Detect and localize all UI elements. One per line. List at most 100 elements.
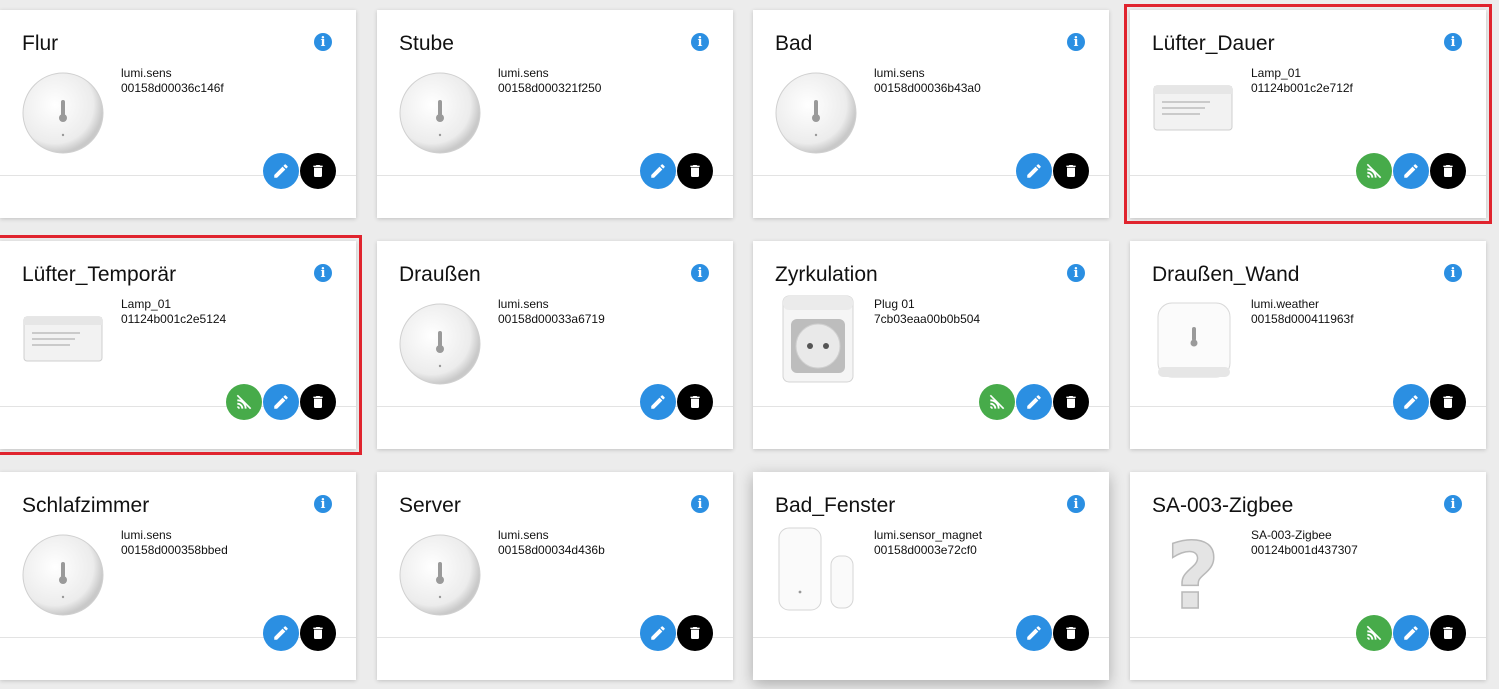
trash-icon — [1066, 396, 1076, 408]
info-icon[interactable]: i — [1444, 33, 1462, 51]
edit-button[interactable] — [1393, 615, 1429, 651]
device-card: Schlafzimmer i lumi.sens 00158d000358bbe… — [0, 472, 356, 680]
card-actions — [1356, 153, 1466, 189]
card-actions — [640, 153, 713, 189]
device-card: Stube i lumi.sens 00158d000321f250 — [377, 10, 733, 218]
pencil-icon — [274, 626, 288, 640]
round-sensor-image — [399, 534, 481, 616]
device-model: lumi.sens — [498, 297, 549, 311]
info-icon[interactable]: i — [314, 33, 332, 51]
edit-button[interactable] — [1016, 615, 1052, 651]
device-meta: Lamp_01 01124b001c2e5124 — [121, 297, 226, 327]
info-icon[interactable]: i — [1444, 495, 1462, 513]
device-model: Plug 01 — [874, 297, 915, 311]
delete-button[interactable] — [677, 615, 713, 651]
device-meta: lumi.weather 00158d000411963f — [1251, 297, 1354, 327]
trash-icon — [690, 165, 700, 177]
delete-button[interactable] — [1053, 384, 1089, 420]
edit-button[interactable] — [263, 153, 299, 189]
device-model: lumi.sens — [498, 66, 549, 80]
delete-button[interactable] — [677, 153, 713, 189]
trash-icon — [690, 627, 700, 639]
device-name: Flur — [22, 32, 59, 55]
pencil-icon — [1027, 395, 1041, 409]
pencil-icon — [651, 395, 665, 409]
edit-button[interactable] — [1393, 153, 1429, 189]
device-meta: lumi.sens 00158d000358bbed — [121, 528, 228, 558]
card-actions — [1016, 153, 1089, 189]
info-icon[interactable]: i — [1067, 495, 1085, 513]
delete-button[interactable] — [1053, 615, 1089, 651]
edit-button[interactable] — [263, 384, 299, 420]
device-meta: lumi.sensor_magnet 00158d0003e72cf0 — [874, 528, 982, 558]
zigbee-button[interactable] — [226, 384, 262, 420]
device-id: 00158d00036b43a0 — [874, 81, 981, 95]
info-icon[interactable]: i — [314, 495, 332, 513]
square-sensor-image — [1157, 302, 1231, 378]
round-sensor-image — [399, 72, 481, 154]
device-card: Draußen i lumi.sens 00158d00033a6719 — [377, 241, 733, 449]
device-card: Server i lumi.sens 00158d00034d436b — [377, 472, 733, 680]
device-card: Lüfter_Dauer i Lamp_01 01124b001c2e712f — [1124, 4, 1492, 224]
device-id: 00158d00034d436b — [498, 543, 605, 557]
device-model: lumi.sens — [498, 528, 549, 542]
device-name: Lüfter_Dauer — [1152, 32, 1275, 55]
edit-button[interactable] — [640, 615, 676, 651]
device-id: 01124b001c2e712f — [1251, 81, 1353, 95]
info-icon[interactable]: i — [691, 33, 709, 51]
info-icon[interactable]: i — [691, 495, 709, 513]
controller-box-image — [1153, 85, 1233, 131]
device-meta: lumi.sens 00158d00033a6719 — [498, 297, 605, 327]
delete-button[interactable] — [1430, 384, 1466, 420]
device-meta: lumi.sens 00158d00036b43a0 — [874, 66, 981, 96]
zigbee-signal-icon — [236, 394, 252, 410]
zigbee-button[interactable] — [1356, 615, 1392, 651]
device-model: Lamp_01 — [1251, 66, 1302, 80]
device-meta: lumi.sens 00158d00034d436b — [498, 528, 605, 558]
round-sensor-image — [22, 534, 104, 616]
info-icon[interactable]: i — [314, 264, 332, 282]
card-actions — [979, 384, 1089, 420]
card-actions — [640, 384, 713, 420]
zigbee-button[interactable] — [979, 384, 1015, 420]
edit-button[interactable] — [1393, 384, 1429, 420]
device-name: Zyrkulation — [775, 263, 878, 286]
edit-button[interactable] — [640, 384, 676, 420]
delete-button[interactable] — [1430, 615, 1466, 651]
card-actions — [263, 615, 336, 651]
delete-button[interactable] — [1430, 153, 1466, 189]
device-card: Draußen_Wand i lumi.weather 00158d000411… — [1130, 241, 1486, 449]
info-icon[interactable]: i — [1067, 33, 1085, 51]
delete-button[interactable] — [300, 615, 336, 651]
question-mark-image: ? — [1166, 522, 1221, 622]
info-icon[interactable]: i — [691, 264, 709, 282]
zigbee-button[interactable] — [1356, 153, 1392, 189]
pencil-icon — [274, 395, 288, 409]
delete-button[interactable] — [677, 384, 713, 420]
delete-button[interactable] — [1053, 153, 1089, 189]
edit-button[interactable] — [1016, 153, 1052, 189]
edit-button[interactable] — [263, 615, 299, 651]
device-id: 00158d000358bbed — [121, 543, 228, 557]
device-name: SA-003-Zigbee — [1152, 494, 1294, 517]
device-model: lumi.sens — [874, 66, 925, 80]
device-model: lumi.sensor_magnet — [874, 528, 983, 542]
device-model: lumi.sens — [121, 66, 172, 80]
trash-icon — [1066, 627, 1076, 639]
round-sensor-image — [399, 303, 481, 385]
info-icon[interactable]: i — [1444, 264, 1462, 282]
device-model: SA-003-Zigbee — [1251, 528, 1332, 542]
edit-button[interactable] — [1016, 384, 1052, 420]
device-name: Draußen — [399, 263, 481, 286]
device-id: 00158d000411963f — [1251, 312, 1354, 326]
edit-button[interactable] — [640, 153, 676, 189]
pencil-icon — [1404, 164, 1418, 178]
info-icon[interactable]: i — [1067, 264, 1085, 282]
device-id: 00158d000321f250 — [498, 81, 602, 95]
zigbee-signal-icon — [1366, 625, 1382, 641]
trash-icon — [1443, 165, 1453, 177]
device-name: Lüfter_Temporär — [22, 263, 177, 286]
delete-button[interactable] — [300, 384, 336, 420]
door-sensor-image — [778, 527, 854, 611]
delete-button[interactable] — [300, 153, 336, 189]
